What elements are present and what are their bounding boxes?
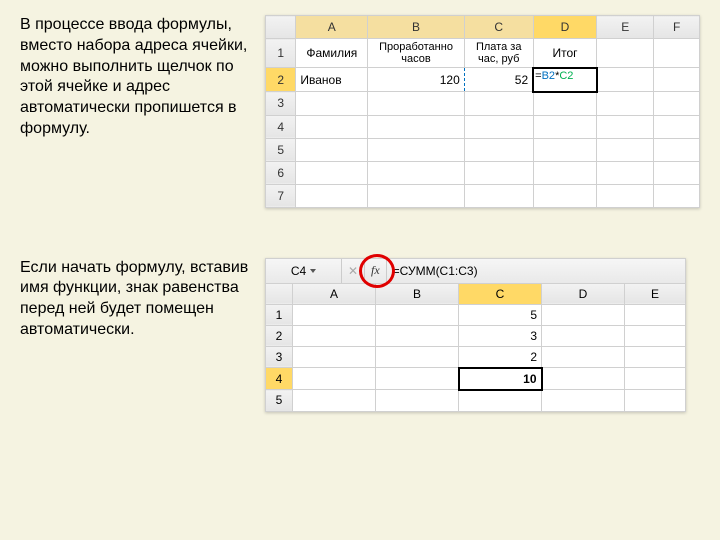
- spreadsheet-2: A B C D E 15 23 32 410 5: [265, 283, 686, 412]
- row-header-5[interactable]: 5: [266, 138, 296, 161]
- col-header-F[interactable]: F: [654, 16, 700, 39]
- col2-A[interactable]: A: [293, 283, 376, 304]
- row2-3[interactable]: 3: [266, 346, 293, 368]
- section-2: Если начать формулу, вставив имя функции…: [20, 258, 700, 412]
- formula-bar: C4 ✕ fx =СУММ(C1:C3): [265, 258, 686, 283]
- paragraph-2: Если начать формулу, вставив имя функции…: [20, 258, 250, 341]
- row-header-6[interactable]: 6: [266, 161, 296, 184]
- col2-D[interactable]: D: [542, 283, 625, 304]
- name-box[interactable]: C4: [266, 259, 342, 283]
- cell-F1[interactable]: [654, 39, 700, 68]
- formula-input[interactable]: =СУММ(C1:C3): [387, 264, 478, 278]
- cell-F2[interactable]: [654, 68, 700, 92]
- cell2-C2[interactable]: 3: [459, 325, 542, 346]
- row-header-4[interactable]: 4: [266, 115, 296, 138]
- row2-1[interactable]: 1: [266, 304, 293, 325]
- row2-5[interactable]: 5: [266, 390, 293, 412]
- cell-A1[interactable]: Фамилия: [296, 39, 368, 68]
- name-box-value: C4: [291, 264, 306, 278]
- ref-C2: C2: [559, 70, 573, 82]
- cell-A2[interactable]: Иванов: [296, 68, 368, 92]
- row-header-2[interactable]: 2: [266, 68, 296, 92]
- fx-icon: fx: [371, 263, 380, 278]
- row-header-1[interactable]: 1: [266, 39, 296, 68]
- select-all-1[interactable]: [266, 16, 296, 39]
- cell-D2[interactable]: =B2*C2: [533, 68, 597, 92]
- cell-B2[interactable]: 120: [368, 68, 465, 92]
- row2-2[interactable]: 2: [266, 325, 293, 346]
- select-all-2[interactable]: [266, 283, 293, 304]
- namebox-dropdown-icon: [310, 269, 316, 273]
- row-header-7[interactable]: 7: [266, 184, 296, 207]
- cell-B1[interactable]: Проработанно часов: [368, 39, 465, 68]
- col2-C[interactable]: C: [459, 283, 542, 304]
- cell-E2[interactable]: [597, 68, 654, 92]
- cell-E1[interactable]: [597, 39, 654, 68]
- cell-C1[interactable]: Плата за час, руб: [464, 39, 533, 68]
- cell2-C1[interactable]: 5: [459, 304, 542, 325]
- col-header-E[interactable]: E: [597, 16, 654, 39]
- cell-C2[interactable]: 52: [464, 68, 533, 92]
- cell2-C3[interactable]: 2: [459, 346, 542, 368]
- paragraph-1: В процессе ввода формулы, вместо набора …: [20, 15, 250, 140]
- section-1: В процессе ввода формулы, вместо набора …: [20, 15, 700, 208]
- col-header-D[interactable]: D: [533, 16, 597, 39]
- formula-entry: =B2*C2: [535, 70, 573, 82]
- col2-E[interactable]: E: [625, 283, 686, 304]
- ref-B2: B2: [542, 70, 555, 82]
- col-header-C[interactable]: C: [464, 16, 533, 39]
- fx-button[interactable]: fx: [365, 259, 387, 283]
- cell2-C4[interactable]: 10: [459, 368, 542, 390]
- col2-B[interactable]: B: [376, 283, 459, 304]
- col-header-A[interactable]: A: [296, 16, 368, 39]
- cell-D1[interactable]: Итог: [533, 39, 597, 68]
- cancel-icon: ✕: [342, 259, 365, 283]
- row-header-3[interactable]: 3: [266, 92, 296, 116]
- col-header-B[interactable]: B: [368, 16, 465, 39]
- spreadsheet-1: A B C D E F 1 Фамилия Проработанно часов…: [265, 15, 700, 208]
- row2-4[interactable]: 4: [266, 368, 293, 390]
